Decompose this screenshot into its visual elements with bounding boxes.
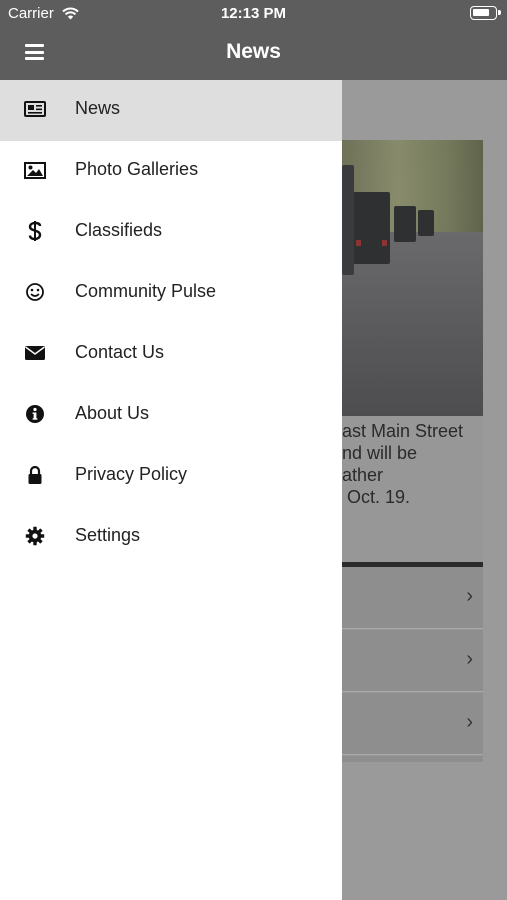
list-item[interactable]: ›: [342, 693, 483, 755]
list-item[interactable]: ›: [342, 630, 483, 692]
navigation-bar: Carrier 12:13 PM News: [0, 0, 507, 80]
dollar-icon: [24, 220, 46, 242]
menu-item-classifieds[interactable]: Classifieds: [0, 202, 342, 263]
menu-item-label: News: [75, 98, 121, 118]
article-excerpt: ast Main Street nd will be ather Oct. 19…: [342, 421, 464, 507]
newspaper-icon: [24, 98, 46, 120]
menu-item-community-pulse[interactable]: Community Pulse: [0, 263, 342, 324]
battery-icon: [470, 6, 501, 20]
menu-item-about-us[interactable]: About Us: [0, 385, 342, 446]
smiley-icon: [24, 281, 46, 303]
menu-item-privacy-policy[interactable]: Privacy Policy: [0, 446, 342, 507]
menu-item-label: Contact Us: [75, 342, 165, 362]
article-card[interactable]: ast Main Street nd will be ather Oct. 19…: [342, 140, 483, 762]
menu-item-photo-galleries[interactable]: Photo Galleries: [0, 141, 342, 202]
menu-item-label: Community Pulse: [75, 281, 217, 301]
menu-item-label: Photo Galleries: [75, 159, 199, 179]
status-bar: Carrier 12:13 PM: [0, 0, 507, 28]
list-item[interactable]: ›: [342, 567, 483, 629]
menu-item-contact-us[interactable]: Contact Us: [0, 324, 342, 385]
chevron-right-icon: ›: [466, 648, 473, 670]
list-item: [342, 756, 483, 762]
gear-icon: [24, 525, 46, 547]
envelope-icon: [24, 342, 46, 364]
page-title: News: [226, 40, 281, 63]
chevron-right-icon: ›: [466, 711, 473, 733]
status-time: 12:13 PM: [220, 5, 287, 22]
image-icon: [24, 159, 46, 181]
menu-item-settings[interactable]: Settings: [0, 507, 342, 568]
menu-item-label: Classifieds: [75, 220, 163, 240]
article-photo: [342, 140, 483, 416]
side-drawer: News Photo Galleries Classifieds Communi…: [0, 80, 342, 900]
lock-icon: [24, 464, 46, 486]
menu-item-label: Settings: [75, 525, 141, 545]
menu-item-news[interactable]: News: [0, 80, 342, 141]
menu-item-label: About Us: [75, 403, 150, 423]
info-icon: [24, 403, 46, 425]
menu-item-label: Privacy Policy: [75, 464, 188, 484]
chevron-right-icon: ›: [466, 585, 473, 607]
